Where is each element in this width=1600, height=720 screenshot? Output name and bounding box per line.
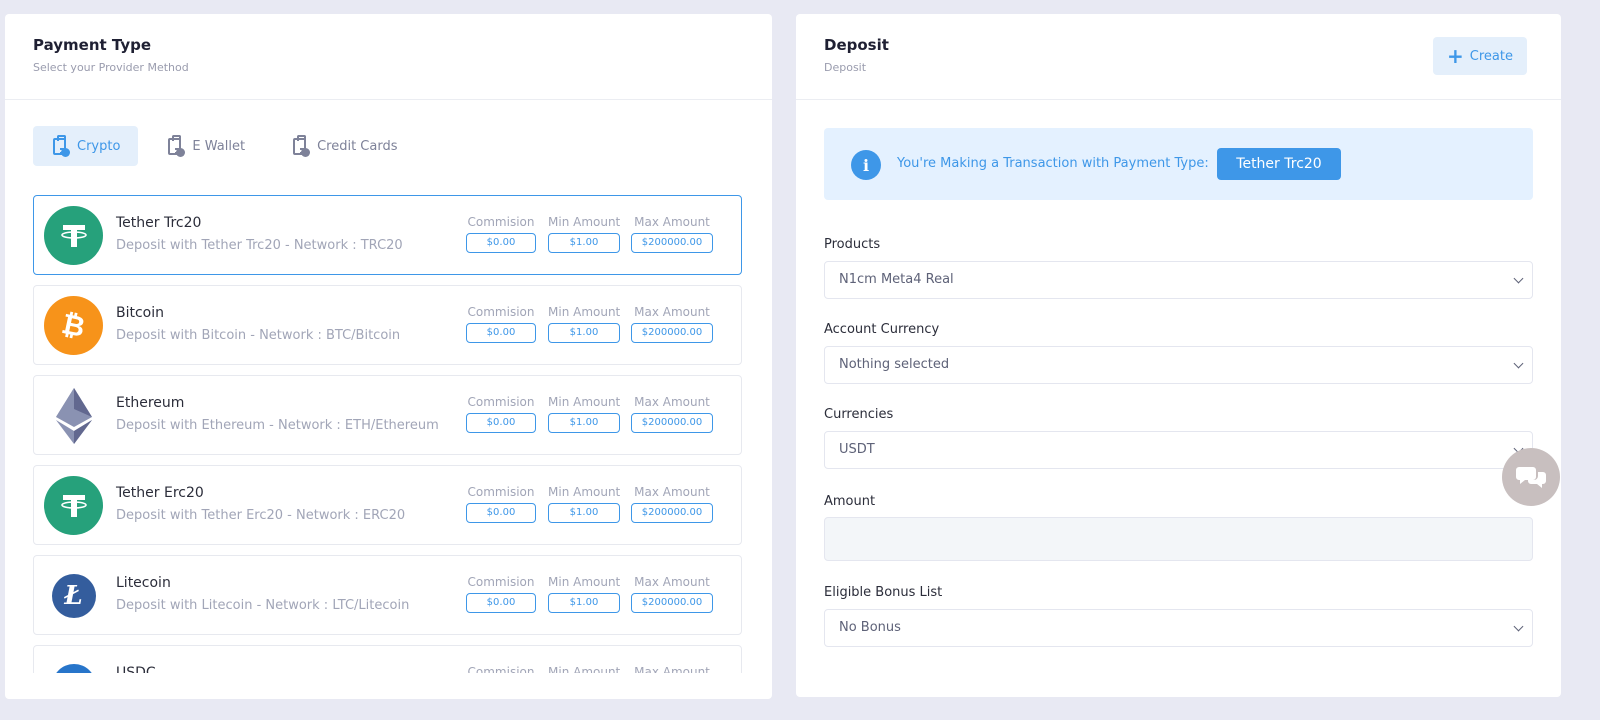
commission-fee: Commision $0.00 (466, 215, 536, 253)
currencies-value: USDT (839, 442, 875, 457)
payment-type-title: Payment Type (33, 36, 152, 54)
commission-fee: Commision $0.00 (466, 395, 536, 433)
payment-type-card: Payment Type Select your Provider Method… (5, 14, 772, 699)
min-amount: Min Amount $1.00 (548, 215, 620, 253)
tab-label: E Wallet (192, 138, 246, 154)
deposit-card: Deposit Deposit + Create i You're Making… (796, 14, 1561, 697)
chevron-down-icon (1513, 358, 1524, 369)
currencies-label: Currencies (824, 407, 894, 422)
max-amount: Max Amount (634, 665, 710, 673)
tether-icon (44, 476, 103, 535)
products-value: N1cm Meta4 Real (839, 272, 954, 287)
payment-method-litecoin[interactable]: Ł Litecoin Deposit with Litecoin - Netwo… (33, 555, 742, 635)
chevron-down-icon (1513, 621, 1524, 632)
clipboard-coin-icon (51, 135, 70, 157)
bonus-value: No Bonus (839, 620, 901, 635)
method-name: Bitcoin (116, 305, 165, 321)
info-icon: i (851, 150, 881, 180)
method-name: Tether Erc20 (116, 485, 204, 501)
plus-icon: + (1447, 44, 1464, 68)
min-amount: Min Amount $1.00 (548, 395, 620, 433)
products-select[interactable]: N1cm Meta4 Real (824, 261, 1533, 299)
commission-fee: Commision $0.00 (466, 485, 536, 523)
account-currency-value: Nothing selected (839, 357, 950, 372)
method-description: Deposit with Tether Erc20 - Network : ER… (116, 508, 406, 523)
chat-bubbles-icon (1516, 467, 1546, 488)
payment-method-usdc[interactable]: USDC Commision Min Amount Max Amount (33, 645, 742, 673)
min-amount: Min Amount $1.00 (548, 575, 620, 613)
deposit-header: Deposit Deposit + Create (796, 14, 1561, 100)
payment-method-ethereum[interactable]: Ethereum Deposit with Ethereum - Network… (33, 375, 742, 455)
method-description: Deposit with Ethereum - Network : ETH/Et… (116, 418, 439, 433)
account-currency-select[interactable]: Nothing selected (824, 346, 1533, 384)
min-amount: Min Amount $1.00 (548, 305, 620, 343)
bitcoin-icon: ₿ (44, 296, 103, 355)
account-currency-label: Account Currency (824, 322, 940, 337)
tether-icon (44, 206, 103, 265)
products-label: Products (824, 237, 881, 252)
amount-input[interactable] (824, 517, 1533, 561)
min-amount: Min Amount (548, 665, 621, 673)
ethereum-icon (44, 386, 103, 445)
method-description: Deposit with Litecoin - Network : LTC/Li… (116, 598, 410, 613)
tab-crypto[interactable]: Crypto (33, 126, 139, 166)
tab-credit-cards[interactable]: Credit Cards (273, 126, 415, 166)
min-amount: Min Amount $1.00 (548, 485, 620, 523)
payment-type-badge: Tether Trc20 (1217, 148, 1341, 180)
clipboard-coin-icon (166, 135, 186, 157)
create-label: Create (1469, 48, 1513, 64)
amount-label: Amount (824, 494, 876, 509)
deposit-subtitle: Deposit (824, 61, 867, 74)
currencies-select[interactable]: USDT (824, 431, 1533, 469)
deposit-title: Deposit (824, 36, 889, 54)
method-name: Litecoin (116, 575, 171, 591)
commission-fee: Commision $0.00 (466, 575, 536, 613)
notice-text: You're Making a Transaction with Payment… (897, 156, 1209, 171)
tab-e-wallet[interactable]: E Wallet (148, 126, 263, 166)
method-name: Ethereum (116, 395, 185, 411)
commission-fee: Commision $0.00 (466, 305, 536, 343)
method-description: Deposit with Tether Trc20 - Network : TR… (116, 238, 403, 253)
tab-label: Crypto (77, 138, 121, 154)
clipboard-coin-icon (291, 135, 311, 157)
payment-method-tether-erc20[interactable]: Tether Erc20 Deposit with Tether Erc20 -… (33, 465, 742, 545)
payment-type-subtitle: Select your Provider Method (33, 61, 189, 74)
method-description: Deposit with Bitcoin - Network : BTC/Bit… (116, 328, 401, 343)
payment-tabs: Crypto E Wallet Credit Cards (33, 126, 416, 166)
tab-label: Credit Cards (317, 138, 398, 154)
bonus-select[interactable]: No Bonus (824, 609, 1533, 647)
payment-type-header: Payment Type Select your Provider Method (5, 14, 772, 100)
max-amount: Max Amount $200000.00 (631, 305, 713, 343)
chevron-down-icon (1513, 273, 1524, 284)
create-button[interactable]: + Create (1433, 37, 1527, 75)
commission-fee: Commision (467, 665, 535, 673)
max-amount: Max Amount $200000.00 (631, 215, 713, 253)
method-name: Tether Trc20 (116, 215, 202, 231)
max-amount: Max Amount $200000.00 (631, 485, 713, 523)
payment-method-bitcoin[interactable]: ₿ Bitcoin Deposit with Bitcoin - Network… (33, 285, 742, 365)
payment-method-list: Tether Trc20 Deposit with Tether Trc20 -… (33, 195, 742, 673)
payment-method-tether-trc20[interactable]: Tether Trc20 Deposit with Tether Trc20 -… (33, 195, 742, 275)
transaction-notice: i You're Making a Transaction with Payme… (824, 128, 1533, 200)
max-amount: Max Amount $200000.00 (631, 575, 713, 613)
chat-button[interactable] (1502, 448, 1560, 506)
max-amount: Max Amount $200000.00 (631, 395, 713, 433)
method-name: USDC (116, 665, 156, 673)
usdc-icon (44, 656, 103, 673)
bonus-label: Eligible Bonus List (824, 585, 943, 600)
litecoin-icon: Ł (44, 566, 103, 625)
